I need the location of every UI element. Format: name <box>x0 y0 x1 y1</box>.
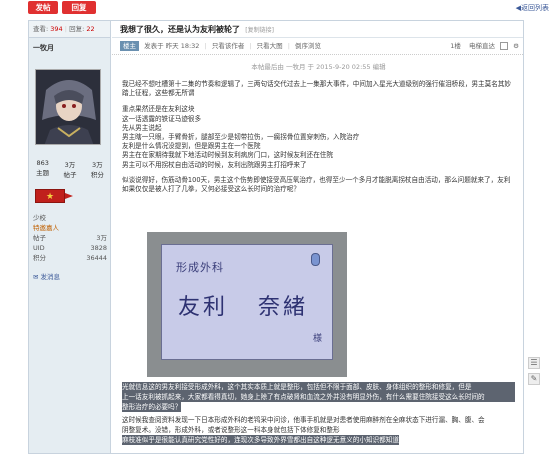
floor-input[interactable] <box>500 42 509 50</box>
message-icon: ✉ <box>33 273 39 281</box>
card-tag-icon <box>311 253 320 266</box>
author-info: 少校 特邀嘉人 帖子 3万 UID 3828 积分 36444 <box>33 213 107 263</box>
point-list: 重点果然还是在友利这块 这一话透露的铁证马迹很多 先从男主说起 男主瞎一只眼，手… <box>122 105 515 169</box>
only-author-link[interactable]: 只看该作者 <box>212 42 245 50</box>
views-label: 查看: <box>33 25 49 33</box>
info-key: 积分 <box>33 254 46 262</box>
name-card: 形成外科 友利 奈緒 様 <box>161 244 333 360</box>
reply-button[interactable]: 回复 <box>62 1 96 14</box>
text-line: 这时候我查阅资料发现一下日本形成外科的老鸨采中问诊，他事手机就是对患者使用麻醉剂… <box>122 416 485 424</box>
jump-label: 电梯直达 <box>469 42 496 50</box>
comment-icon[interactable]: ☰ <box>528 357 540 369</box>
post-image[interactable]: 形成外科 友利 奈緒 様 <box>147 232 347 377</box>
info-row: 积分 36444 <box>33 253 107 263</box>
card-surname: 友利 <box>178 295 229 320</box>
highlight-line: 整形治疗的必要吗？ <box>122 402 182 412</box>
group-title: 特邀嘉人 <box>33 224 59 232</box>
info-value: 36444 <box>86 254 107 262</box>
info-key: UID <box>33 244 45 252</box>
info-row: 帖子 3万 <box>33 233 107 243</box>
rank-badge-icon <box>35 189 65 204</box>
post-title-bar: 我想了很久，还是认为友利被轮了 [复制链接] <box>112 21 523 38</box>
count-posts[interactable]: 3万 帖子 <box>63 159 76 179</box>
edit-icon[interactable]: ✎ <box>528 373 540 385</box>
author-name[interactable]: 一牧月 <box>29 38 110 53</box>
rank-badge-tail <box>65 193 73 199</box>
paragraph: 我已经不想吐槽第十二集的节奏和逻辑了，三两句话交代过去上一集那大事件，中间加入星… <box>122 80 512 98</box>
info-value: 3828 <box>90 244 107 252</box>
card-given-name: 奈緒 <box>258 295 309 320</box>
count-label: 主题 <box>36 169 50 177</box>
info-row: UID 3828 <box>33 243 107 253</box>
card-department: 形成外科 <box>176 261 224 274</box>
big-image-link[interactable]: 只看大图 <box>257 42 283 50</box>
count-label: 积分 <box>90 171 104 179</box>
list-item: 这一话透露的铁证马迹很多 <box>122 114 202 123</box>
list-item: 男主在在家期待我就下地活动时候到友利病房门口，这时候友利还在住院 <box>122 151 333 160</box>
list-item: 先从男主说起 <box>122 123 162 132</box>
count-value: 3万 <box>64 161 76 169</box>
author-sidebar: 查看: 394 | 回复: 22 一牧月 863 主题 3万 帖子 3万 积分 … <box>29 21 111 453</box>
post-content: 我想了很久，还是认为友利被轮了 [复制链接] 楼主 发表于 昨天 18:32 |… <box>112 21 523 453</box>
views-count: 394 <box>50 25 63 33</box>
highlight-line: 上一话友利被抓起来，大家都看得真切，她身上除了有点破肾和血流之外并没有明显外伤，… <box>122 392 515 402</box>
posted-at: 发表于 昨天 18:32 <box>144 42 200 50</box>
text-line: 阴整复术。没错，形成外科，或者说整形这一科本身就包括下体修复和整形 <box>122 426 340 434</box>
page-title: 我想了很久，还是认为友利被轮了 <box>120 25 240 34</box>
replies-count: 22 <box>86 25 95 33</box>
replies-label: 回复: <box>69 25 85 33</box>
wrench-icon[interactable]: ⚙ <box>513 42 519 50</box>
count-value: 863 <box>36 159 49 167</box>
avatar[interactable] <box>35 69 101 145</box>
back-to-list-link[interactable]: ◀返回列表 <box>516 2 549 14</box>
avatar-illustration <box>36 70 100 144</box>
post-body: 我已经不想吐槽第十二集的节奏和逻辑了，三两句话交代过去上一集那大事件，中间加入星… <box>112 80 523 194</box>
floating-tools: ☰ ✎ <box>528 357 542 389</box>
card-honorific: 様 <box>313 334 323 344</box>
highlighted-text: 光就信息这的男友利接受形成外科，这个其实本质上就是整形，包括但不限于面部、皮肤、… <box>112 382 523 448</box>
paragraph: 似谈说得好，伤筋动骨100天，男主这个伤势即使接受高压氧治疗，也得至少一个多月才… <box>122 175 511 194</box>
floor-number: 1楼 <box>450 42 461 50</box>
top-toolbar: 发帖 回复 ◀返回列表 <box>0 0 559 17</box>
highlight-line: 光就信息这的男友利接受形成外科，这个其实本质上就是整形，包括但不限于面部、皮肤、… <box>122 382 515 392</box>
reverse-order-link[interactable]: 倒序浏览 <box>295 42 321 50</box>
post-meta: 楼主 发表于 昨天 18:32 | 只看该作者 | 只看大图 | 倒序浏览 1楼… <box>112 38 523 55</box>
op-tag: 楼主 <box>120 41 139 51</box>
list-item: 重点果然还是在友利这块 <box>122 105 195 114</box>
count-points[interactable]: 3万 积分 <box>91 159 104 179</box>
thread-stats: 查看: 394 | 回复: 22 <box>29 21 110 38</box>
copy-link[interactable]: [复制链接] <box>245 27 274 34</box>
rank-title: 少校 <box>33 214 46 222</box>
post-container: 查看: 394 | 回复: 22 一牧月 863 主题 3万 帖子 3万 积分 … <box>28 20 524 454</box>
count-label: 帖子 <box>63 171 77 179</box>
count-topics[interactable]: 863 主题 <box>36 159 49 179</box>
info-value: 3万 <box>96 234 107 242</box>
highlight-line: 麻枝准似乎是很能认真研究党性好的，连现次多导致外界雪都出自这种逻无意义的小知识都… <box>122 435 399 445</box>
post-new-button[interactable]: 发帖 <box>28 1 58 14</box>
info-key: 帖子 <box>33 234 46 242</box>
count-value: 3万 <box>91 161 103 169</box>
author-counts: 863 主题 3万 帖子 3万 积分 <box>29 159 111 179</box>
list-item: 男主瞎一只眼，手臂骨折，腿部至少是韧带拉伤，一瘸拐骨位置穿刺伤，入院治疗 <box>122 133 360 142</box>
edit-note: 本帖最后由 一牧月 于 2015-9-20 02:55 编辑 <box>251 63 386 71</box>
send-message-link[interactable]: ✉ 发消息 <box>33 271 60 281</box>
send-message-label: 发消息 <box>40 273 61 281</box>
list-item: 男主可以不用拐杖自由活动的时候，友利出院跟男主打招呼来了 <box>122 160 307 169</box>
floor-controls: 1楼 电梯直达 ⚙ <box>450 38 519 55</box>
